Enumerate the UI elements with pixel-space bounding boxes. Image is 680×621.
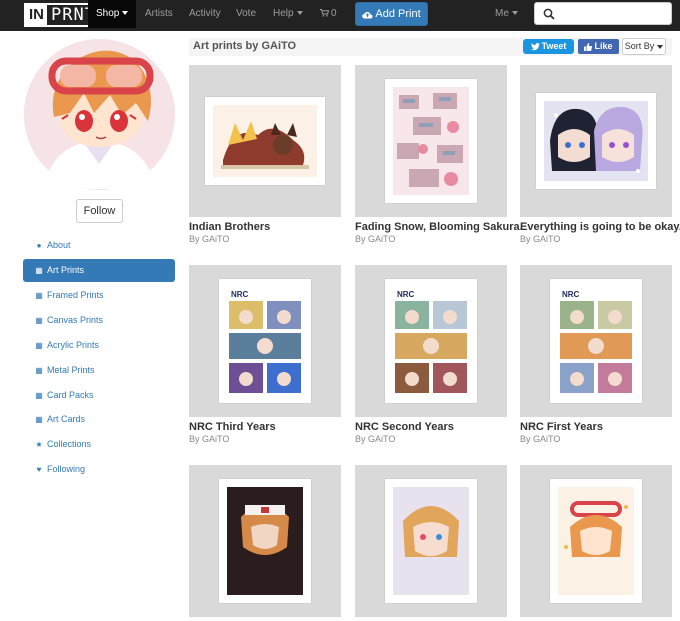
sidebar-item-label: Acrylic Prints — [47, 340, 100, 350]
sidebar-item-label: Canvas Prints — [47, 315, 104, 325]
print-card[interactable]: NRC NRC Third Years By GAiTO — [189, 265, 341, 444]
cloud-upload-icon — [362, 11, 373, 19]
sidebar-item-card-packs[interactable]: ▦ Card Packs — [23, 384, 175, 407]
print-thumbnail[interactable] — [520, 465, 672, 617]
grid-icon: ▦ — [35, 391, 43, 400]
add-print-label: Add Print — [375, 8, 421, 20]
sort-by-dropdown[interactable]: Sort By — [622, 38, 666, 55]
nav-cart[interactable]: 0 — [320, 0, 337, 28]
print-card[interactable] — [520, 465, 672, 621]
nav-help-label: Help — [273, 8, 294, 19]
tweet-button[interactable]: Tweet — [523, 39, 574, 54]
chevron-down-icon — [511, 11, 518, 16]
add-print-button[interactable]: Add Print — [355, 2, 428, 26]
nav-shop-label: Shop — [96, 8, 120, 19]
sidebar-item-label: Card Packs — [47, 390, 94, 400]
sidebar-item-art-cards[interactable]: ▦ Art Cards — [23, 408, 175, 431]
star-icon: ★ — [35, 440, 43, 449]
print-thumbnail[interactable]: NRC — [189, 265, 341, 417]
print-title[interactable]: NRC First Years — [520, 421, 672, 433]
print-thumbnail[interactable] — [189, 465, 341, 617]
top-navbar: IN PRNT Shop Artists Activity Vote Help … — [0, 0, 680, 31]
grid-icon: ▦ — [35, 316, 43, 325]
print-artist[interactable]: By GAiTO — [355, 234, 507, 244]
print-title[interactable]: Indian Brothers — [189, 221, 341, 233]
nav-artists[interactable]: Artists — [145, 0, 173, 28]
print-card[interactable]: Indian Brothers By GAiTO — [189, 65, 341, 244]
sidebar-item-metal-prints[interactable]: ▦ Metal Prints — [23, 359, 175, 382]
print-artist[interactable]: By GAiTO — [520, 234, 672, 244]
page-header: Art prints by GAiTO Tweet Like Sort By — [189, 38, 672, 56]
nav-me[interactable]: Me — [495, 0, 518, 28]
print-artist[interactable]: By GAiTO — [189, 434, 341, 444]
search-icon — [543, 8, 555, 20]
nav-activity[interactable]: Activity — [189, 0, 221, 28]
print-card[interactable] — [355, 465, 507, 621]
logo-in: IN — [26, 5, 47, 25]
facebook-like-button[interactable]: Like — [578, 39, 619, 54]
print-card[interactable] — [189, 465, 341, 621]
grid-icon: ▦ — [35, 366, 43, 375]
nav-shop[interactable]: Shop — [88, 0, 137, 28]
chevron-down-icon — [657, 44, 664, 49]
thumbs-up-icon — [584, 42, 593, 51]
svg-text:NRC: NRC — [397, 290, 415, 299]
print-thumbnail[interactable]: NRC — [355, 265, 507, 417]
sidebar-item-canvas-prints[interactable]: ▦ Canvas Prints — [23, 309, 175, 332]
print-card[interactable]: NRC NRC First Years By GAiTO — [520, 265, 672, 444]
grid-icon: ▦ — [35, 291, 43, 300]
print-card[interactable]: NRC NRC Second Years By GAiTO — [355, 265, 507, 444]
print-thumbnail[interactable] — [355, 465, 507, 617]
print-title[interactable]: Fading Snow, Blooming Sakura. — [355, 221, 523, 233]
like-label: Like — [594, 41, 613, 51]
cart-count: 0 — [331, 8, 337, 19]
sidebar-item-following[interactable]: ♥ Following — [23, 458, 175, 481]
sidebar-item-about[interactable]: ● About — [23, 234, 175, 257]
print-thumbnail[interactable]: NRC — [520, 265, 672, 417]
page-title: Art prints by GAiTO — [193, 40, 297, 52]
nav-help[interactable]: Help — [273, 0, 303, 28]
user-icon: ● — [36, 241, 42, 250]
sidebar-item-label: Metal Prints — [47, 365, 95, 375]
print-artist[interactable]: By GAiTO — [355, 434, 507, 444]
chevron-down-icon — [296, 11, 303, 16]
grid-icon: ▦ — [35, 341, 43, 350]
svg-text:NRC: NRC — [562, 290, 580, 299]
grid-icon: ▦ — [35, 415, 43, 424]
nav-vote[interactable]: Vote — [236, 0, 256, 28]
print-title[interactable]: NRC Third Years — [189, 421, 341, 433]
grid-icon: ▦ — [35, 266, 43, 275]
print-artist[interactable]: By GAiTO — [520, 434, 672, 444]
print-thumbnail[interactable] — [520, 65, 672, 217]
sidebar-item-art-prints[interactable]: ▦ Art Prints — [23, 259, 175, 282]
nav-me-label: Me — [495, 8, 509, 19]
sort-label: Sort By — [624, 41, 655, 51]
print-title[interactable]: Everything is going to be okay. — [520, 221, 680, 233]
sidebar-item-label: Collections — [47, 439, 92, 449]
tweet-label: Tweet — [541, 41, 567, 51]
twitter-bird-icon — [530, 42, 540, 50]
heart-icon: ♥ — [36, 465, 42, 474]
cart-icon — [320, 9, 330, 17]
print-card[interactable]: Everything is going to be okay. By GAiTO — [520, 65, 680, 244]
sidebar-item-collections[interactable]: ★ Collections — [23, 433, 175, 456]
print-thumbnail[interactable] — [189, 65, 341, 217]
chevron-down-icon — [122, 11, 129, 16]
sidebar-item-label: Framed Prints — [47, 290, 104, 300]
print-card[interactable]: Fading Snow, Blooming Sakura. By GAiTO — [355, 65, 523, 244]
sidebar-item-label: Following — [47, 464, 86, 474]
sidebar-item-label: Art Prints — [47, 265, 85, 275]
sidebar-item-framed-prints[interactable]: ▦ Framed Prints — [23, 284, 175, 307]
sidebar-item-label: About — [47, 240, 71, 250]
sidebar-item-acrylic-prints[interactable]: ▦ Acrylic Prints — [23, 334, 175, 357]
search-input[interactable] — [534, 2, 672, 25]
artist-avatar — [24, 39, 175, 190]
follow-button[interactable]: Follow — [76, 199, 123, 223]
print-thumbnail[interactable] — [355, 65, 507, 217]
print-title[interactable]: NRC Second Years — [355, 421, 507, 433]
svg-text:NRC: NRC — [231, 290, 249, 299]
print-artist[interactable]: By GAiTO — [189, 234, 341, 244]
sidebar-item-label: Art Cards — [47, 414, 86, 424]
